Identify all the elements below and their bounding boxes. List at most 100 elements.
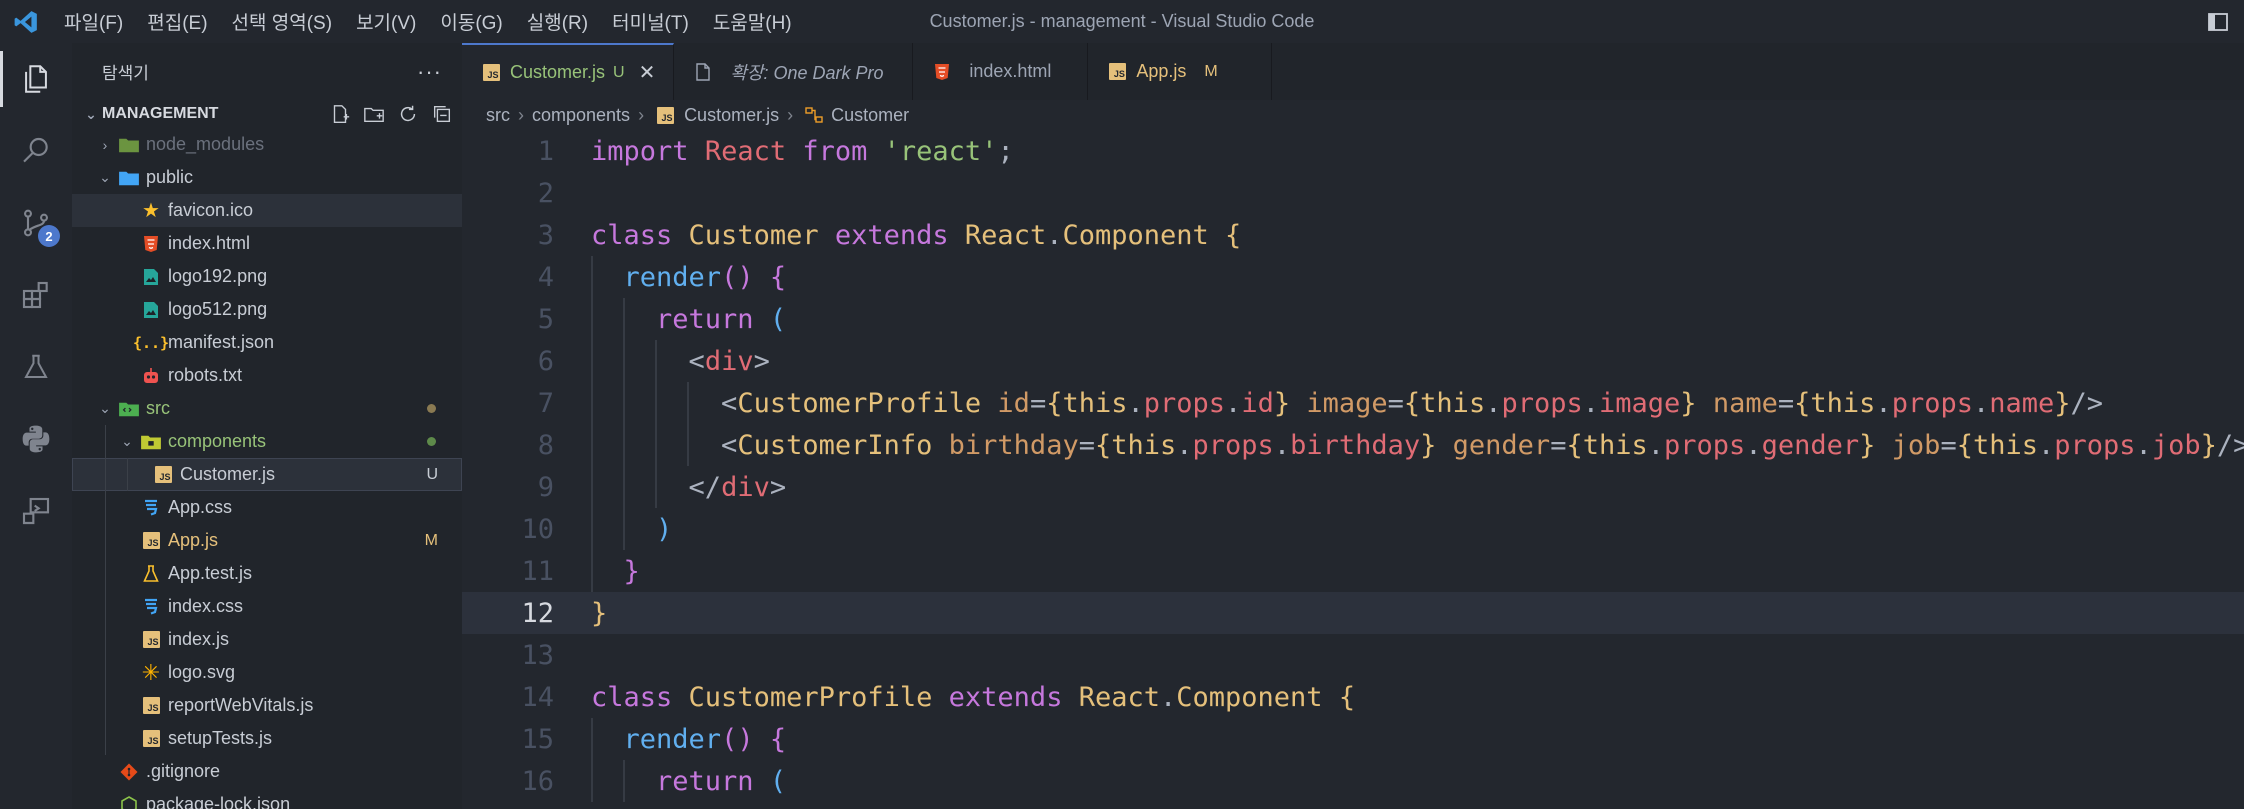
tree-file-reportwebvitals[interactable]: JS reportWebVitals.js bbox=[72, 689, 462, 722]
menu-file[interactable]: 파일(F) bbox=[52, 0, 135, 43]
menu-view[interactable]: 보기(V) bbox=[344, 0, 428, 43]
source-control-icon[interactable]: 2 bbox=[0, 187, 72, 259]
testing-icon[interactable] bbox=[0, 331, 72, 403]
indent-guide bbox=[105, 689, 106, 722]
indent-guide bbox=[105, 656, 106, 689]
menu-terminal[interactable]: 터미널(T) bbox=[600, 0, 701, 43]
vscode-logo-icon[interactable] bbox=[0, 0, 52, 43]
tree-item-label: setupTests.js bbox=[168, 728, 273, 748]
tree-folder-node-modules[interactable]: › node_modules bbox=[72, 128, 462, 161]
tree-file-package-lock[interactable]: package-lock.json bbox=[72, 788, 462, 809]
workspace-section-header[interactable]: ⌄ MANAGEMENT bbox=[72, 100, 462, 128]
js-file-icon: JS bbox=[138, 695, 164, 717]
line-number: 16 bbox=[521, 765, 554, 797]
tree-file-robots[interactable]: robots.txt bbox=[72, 359, 462, 392]
menu-selection[interactable]: 선택 영역(S) bbox=[220, 0, 345, 43]
chevron-right-icon: › bbox=[787, 104, 794, 125]
untracked-dot-icon bbox=[427, 437, 436, 446]
tree-file-public-index-html[interactable]: index.html bbox=[72, 227, 462, 260]
chevron-down-icon: ⌄ bbox=[121, 433, 133, 449]
extensions-icon[interactable] bbox=[0, 259, 72, 331]
sidebar-title: 탐색기 bbox=[102, 64, 149, 83]
code-line: 3 class Customer extends React.Component… bbox=[462, 214, 2244, 256]
tree-file-setuptests[interactable]: JS setupTests.js bbox=[72, 722, 462, 755]
tree-file-logo192[interactable]: logo192.png bbox=[72, 260, 462, 293]
tree-folder-components[interactable]: ⌄ components bbox=[72, 425, 462, 458]
code-line-current: 12 } bbox=[462, 592, 2244, 634]
breadcrumb-components[interactable]: components bbox=[532, 105, 630, 126]
line-number: 11 bbox=[521, 555, 554, 587]
breadcrumb-file[interactable]: Customer.js bbox=[684, 105, 779, 126]
tab-app-js[interactable]: JS App.js M bbox=[1088, 43, 1273, 100]
new-folder-icon[interactable] bbox=[362, 102, 386, 126]
line-number: 5 bbox=[537, 303, 554, 335]
tab-index-html[interactable]: index.html bbox=[913, 43, 1089, 100]
js-file-icon: JS bbox=[1104, 61, 1130, 83]
tree-file-gitignore[interactable]: .gitignore bbox=[72, 755, 462, 788]
search-icon[interactable] bbox=[0, 115, 72, 187]
remote-explorer-icon[interactable] bbox=[0, 475, 72, 547]
breadcrumb-src[interactable]: src bbox=[486, 105, 510, 126]
line-number: 3 bbox=[537, 219, 554, 251]
line-number: 7 bbox=[537, 387, 554, 419]
tree-folder-public[interactable]: ⌄ public bbox=[72, 161, 462, 194]
npm-file-icon bbox=[116, 794, 142, 809]
scm-count-badge: 2 bbox=[38, 225, 60, 247]
tab-untracked-status: U bbox=[613, 63, 625, 81]
chevron-down-icon: ⌄ bbox=[99, 169, 111, 185]
code-text: render() { bbox=[623, 261, 787, 293]
tree-item-label: Customer.js bbox=[180, 464, 276, 484]
tree-file-app-test-js[interactable]: App.test.js bbox=[72, 557, 462, 590]
tree-file-logo-svg[interactable]: ✳ logo.svg bbox=[72, 656, 462, 689]
close-icon[interactable]: ✕ bbox=[639, 60, 656, 85]
tree-file-logo512[interactable]: logo512.png bbox=[72, 293, 462, 326]
tree-file-index-css[interactable]: index.css bbox=[72, 590, 462, 623]
tab-label: App.js bbox=[1136, 61, 1187, 81]
line-number: 1 bbox=[537, 135, 554, 167]
menu-edit[interactable]: 편집(E) bbox=[135, 0, 219, 43]
code-text: <CustomerInfo birthday={this.props.birth… bbox=[721, 429, 2244, 461]
tree-file-app-css[interactable]: App.css bbox=[72, 491, 462, 524]
code-line: 1 import React from 'react'; bbox=[462, 130, 2244, 172]
tree-folder-src[interactable]: ⌄ src bbox=[72, 392, 462, 425]
folder-node-icon bbox=[116, 134, 142, 156]
new-file-icon[interactable] bbox=[328, 102, 352, 126]
tab-customer-js[interactable]: JS Customer.js U ✕ bbox=[462, 43, 675, 100]
tree-file-index-js[interactable]: JS index.js bbox=[72, 623, 462, 656]
tab-label: 확장: One Dark Pro bbox=[730, 62, 884, 83]
tree-file-manifest[interactable]: {..} manifest.json bbox=[72, 326, 462, 359]
code-text: <CustomerProfile id={this.props.id} imag… bbox=[721, 387, 2104, 419]
menu-go[interactable]: 이동(G) bbox=[428, 0, 514, 43]
tree-item-label: package-lock.json bbox=[146, 794, 291, 809]
more-actions-icon[interactable]: ··· bbox=[417, 59, 442, 85]
code-text: } bbox=[591, 597, 608, 629]
toggle-sidebar-layout-icon[interactable] bbox=[2206, 10, 2230, 34]
tree-item-label: reportWebVitals.js bbox=[168, 695, 314, 715]
menu-run[interactable]: 실행(R) bbox=[515, 0, 600, 43]
code-text: render() { bbox=[623, 723, 787, 755]
code-editor[interactable]: 1 import React from 'react'; 2 3 class C… bbox=[462, 130, 2244, 809]
refresh-icon[interactable] bbox=[396, 102, 420, 126]
tree-file-favicon[interactable]: ★ favicon.ico bbox=[72, 194, 462, 227]
tree-file-customer-js[interactable]: JS Customer.js U bbox=[72, 458, 462, 491]
code-text: ) bbox=[656, 513, 673, 545]
tree-item-label: index.js bbox=[168, 629, 230, 649]
tab-modified-status: M bbox=[1204, 62, 1218, 80]
code-line: 11 } bbox=[462, 550, 2244, 592]
js-file-icon: JS bbox=[150, 464, 176, 486]
explorer-icon[interactable] bbox=[0, 43, 72, 115]
tree-file-app-js[interactable]: JS App.js M bbox=[72, 524, 462, 557]
indent-guide bbox=[105, 425, 106, 458]
tree-item-label: logo512.png bbox=[168, 299, 268, 319]
breadcrumb-symbol[interactable]: Customer bbox=[831, 105, 909, 126]
indent-guide bbox=[127, 458, 128, 491]
tab-extension-one-dark-pro[interactable]: 확장: One Dark Pro bbox=[674, 43, 914, 100]
python-icon[interactable] bbox=[0, 403, 72, 475]
indent-guide bbox=[105, 722, 106, 755]
sidebar-header: 탐색기 ··· bbox=[72, 43, 462, 100]
tree-item-label: .gitignore bbox=[146, 761, 221, 781]
code-line: 6 <div> bbox=[462, 340, 2244, 382]
menu-help[interactable]: 도움말(H) bbox=[701, 0, 804, 43]
menu-bar: 파일(F) 편집(E) 선택 영역(S) 보기(V) 이동(G) 실행(R) 터… bbox=[52, 0, 804, 43]
collapse-all-icon[interactable] bbox=[430, 102, 454, 126]
